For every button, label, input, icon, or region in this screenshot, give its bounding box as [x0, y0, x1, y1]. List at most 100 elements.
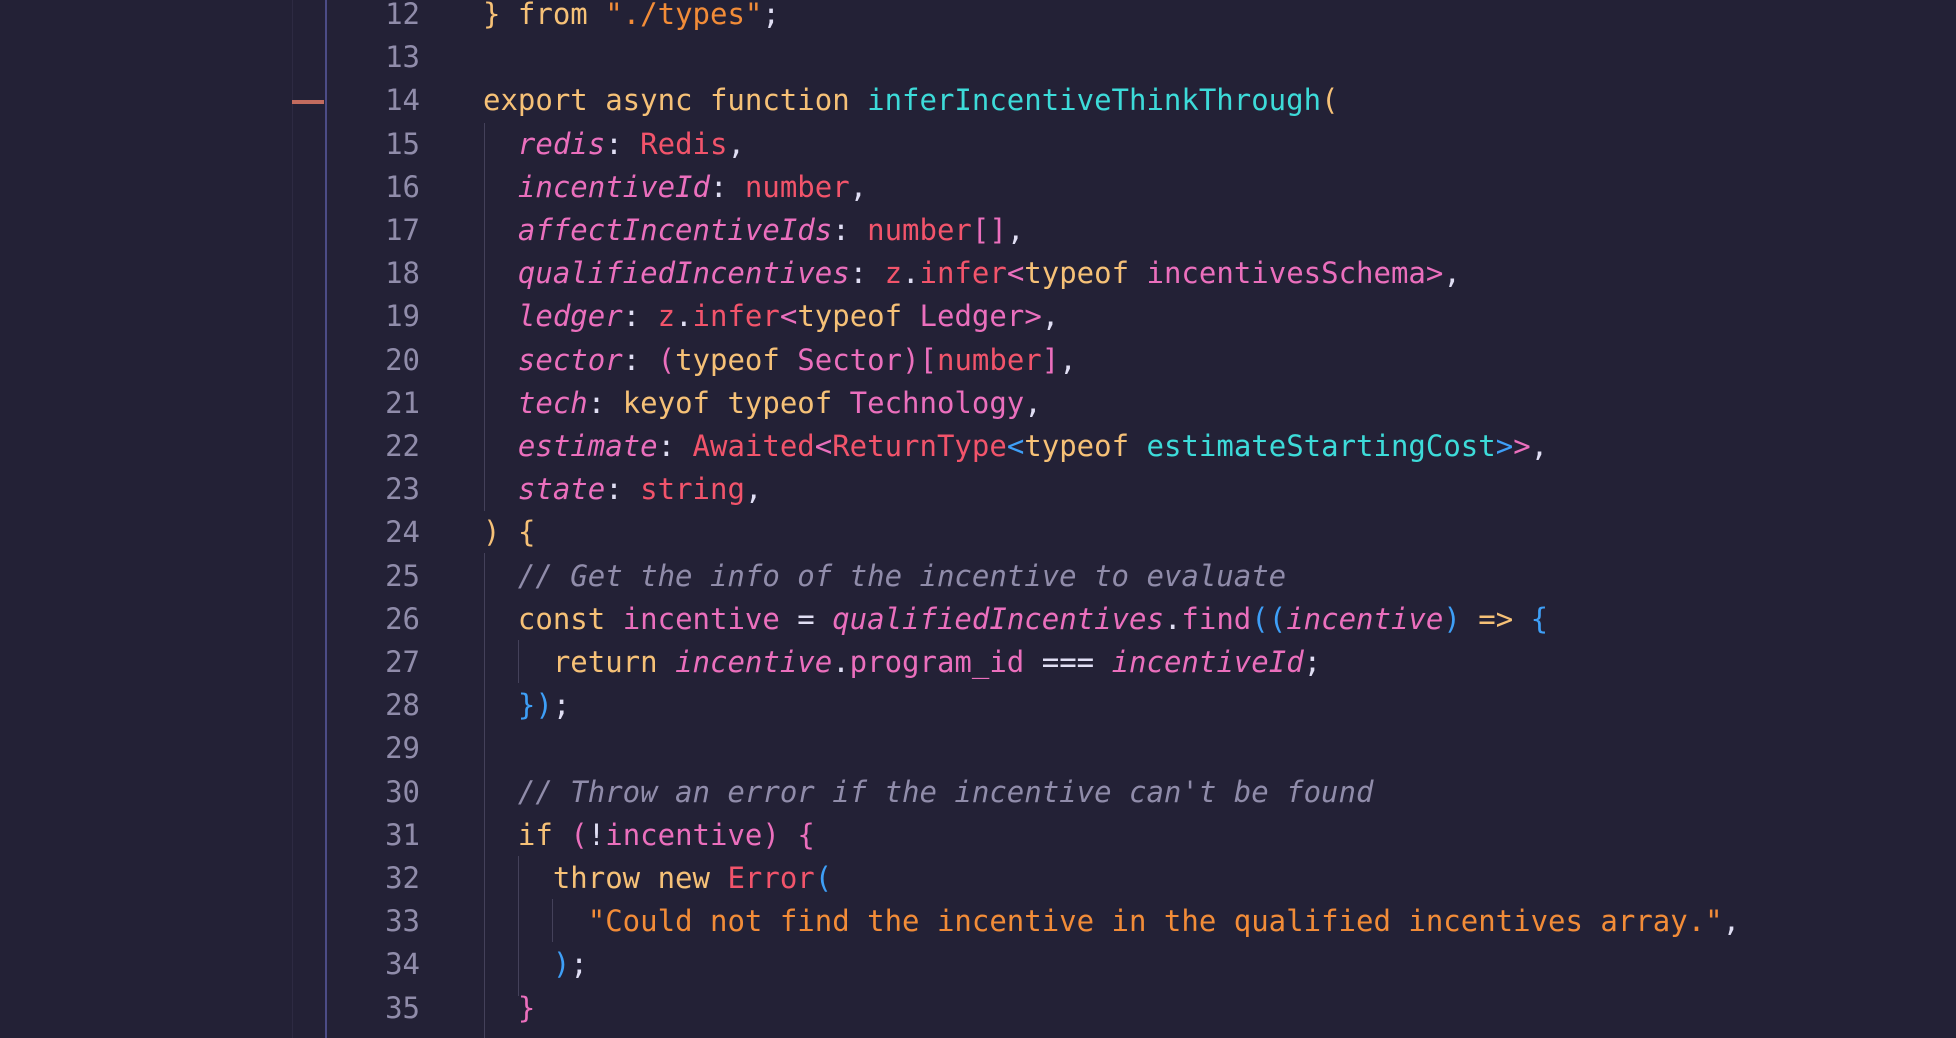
code-token: Redis: [640, 126, 728, 161]
code-line[interactable]: 16 incentiveId: number,: [0, 166, 1956, 209]
code-line[interactable]: 25 // Get the info of the incentive to e…: [0, 555, 1956, 598]
code-text[interactable]: incentiveId: number,: [483, 166, 867, 209]
code-token: :: [605, 126, 641, 161]
code-text[interactable]: qualifiedIncentives: z.infer<typeof ince…: [483, 252, 1461, 295]
code-text[interactable]: affectIncentiveIds: number[],: [483, 209, 1024, 252]
code-token: ReturnType: [832, 429, 1007, 463]
code-text[interactable]: export async function inferIncentiveThin…: [483, 79, 1339, 122]
code-token: ,: [1041, 299, 1060, 334]
code-text[interactable]: const incentive = qualifiedIncentives.fi…: [483, 598, 1548, 641]
code-token: ,: [727, 126, 745, 161]
line-number: 27: [385, 645, 420, 679]
code-line[interactable]: 28 });: [0, 684, 1956, 727]
code-token: =>: [1478, 601, 1514, 636]
code-token: {: [517, 515, 536, 550]
code-text[interactable]: throw new Error(: [483, 857, 832, 900]
code-token: ): [535, 688, 553, 723]
code-line[interactable]: 13: [0, 36, 1956, 79]
line-number: 18: [385, 256, 420, 291]
code-token: !: [587, 817, 606, 852]
code-line[interactable]: 35 }: [0, 987, 1956, 1030]
code-line[interactable]: 18 qualifiedIncentives: z.infer<typeof i…: [0, 252, 1956, 295]
code-line[interactable]: 27 return incentive.program_id === incen…: [0, 641, 1956, 684]
code-line[interactable]: 15 redis: Redis,: [0, 123, 1956, 166]
code-line[interactable]: 19 ledger: z.infer<typeof Ledger>,: [0, 295, 1956, 338]
code-token: typeof: [675, 342, 798, 377]
code-line[interactable]: 20 sector: (typeof Sector)[number],: [0, 339, 1956, 382]
code-line[interactable]: 23 state: string,: [0, 468, 1956, 511]
code-token: export async function: [483, 83, 868, 118]
code-line[interactable]: 32 throw new Error(: [0, 857, 1956, 900]
code-line[interactable]: 31 if (!incentive) {: [0, 814, 1956, 857]
code-token: Error: [727, 861, 815, 895]
code-token: typeof: [797, 299, 920, 334]
line-number: 34: [385, 947, 420, 982]
code-token: from: [517, 0, 606, 31]
code-text[interactable]: if (!incentive) {: [483, 814, 815, 857]
code-token: // Get the info of the incentive to eval…: [517, 558, 1287, 593]
code-line[interactable]: 22 estimate: Awaited<ReturnType<typeof e…: [0, 425, 1956, 468]
code-token: program_id: [849, 645, 1025, 679]
code-text[interactable]: });: [483, 684, 570, 727]
code-token: ): [762, 817, 780, 852]
code-token: Awaited: [692, 429, 815, 463]
code-token: ,: [744, 472, 763, 507]
code-token: (: [1251, 601, 1269, 636]
code-token: z: [884, 256, 903, 291]
code-text[interactable]: state: string,: [483, 468, 762, 511]
code-text[interactable]: ledger: z.infer<typeof Ledger>,: [483, 295, 1059, 338]
code-token: ===: [1024, 645, 1112, 679]
code-text[interactable]: tech: keyof typeof Technology,: [483, 382, 1042, 425]
code-token: incentive: [1286, 601, 1444, 636]
code-token: ;: [1303, 645, 1322, 679]
code-line[interactable]: 24) {: [0, 511, 1956, 554]
code-token: redis: [517, 126, 606, 161]
code-text[interactable]: ) {: [483, 511, 535, 554]
code-line[interactable]: 21 tech: keyof typeof Technology,: [0, 382, 1956, 425]
code-token: find: [1181, 601, 1252, 636]
code-text[interactable]: return incentive.program_id === incentiv…: [483, 641, 1321, 684]
code-line[interactable]: 30 // Throw an error if the incentive ca…: [0, 771, 1956, 814]
code-token: >: [1495, 429, 1514, 463]
code-text[interactable]: redis: Redis,: [483, 123, 745, 166]
code-line[interactable]: 34 );: [0, 943, 1956, 986]
code-line[interactable]: 29: [0, 727, 1956, 770]
code-token: ;: [552, 688, 571, 723]
code-token: throw new: [552, 861, 728, 895]
code-text[interactable]: // Throw an error if the incentive can't…: [483, 771, 1374, 814]
line-number: 15: [385, 126, 420, 161]
code-token: ): [902, 342, 920, 377]
code-token: incentive: [622, 601, 780, 636]
code-token: keyof typeof: [622, 385, 850, 420]
code-token: "Could not find the incentive in the qua…: [587, 904, 1723, 939]
code-token: :: [832, 213, 868, 247]
code-editor[interactable]: 12} from "./types"; 13 14 export async func…: [0, 0, 1956, 1038]
code-line[interactable]: 12} from "./types";: [0, 0, 1956, 36]
line-number: 23: [385, 472, 420, 507]
code-token: .: [832, 645, 850, 679]
code-text[interactable]: "Could not find the incentive in the qua…: [483, 900, 1740, 943]
code-token: =: [779, 601, 833, 636]
code-line[interactable]: 17 affectIncentiveIds: number[],: [0, 209, 1956, 252]
code-text[interactable]: }: [483, 987, 535, 1030]
code-line[interactable]: 33 "Could not find the incentive in the …: [0, 900, 1956, 943]
code-token: []: [971, 213, 1007, 247]
line-number: 32: [385, 861, 420, 895]
code-token: .: [902, 256, 920, 291]
code-text[interactable]: } from "./types";: [483, 0, 780, 36]
code-text[interactable]: sector: (typeof Sector)[number],: [483, 339, 1077, 382]
code-text[interactable]: // Get the info of the incentive to eval…: [483, 555, 1286, 598]
code-line[interactable]: 26 const incentive = qualifiedIncentives…: [0, 598, 1956, 641]
code-text[interactable]: estimate: Awaited<ReturnType<typeof esti…: [483, 425, 1548, 468]
code-text[interactable]: );: [483, 943, 588, 986]
code-token: :: [657, 429, 693, 463]
code-token: (: [570, 817, 588, 852]
code-line[interactable]: 14 export async function inferIncentiveTh…: [0, 79, 1956, 122]
